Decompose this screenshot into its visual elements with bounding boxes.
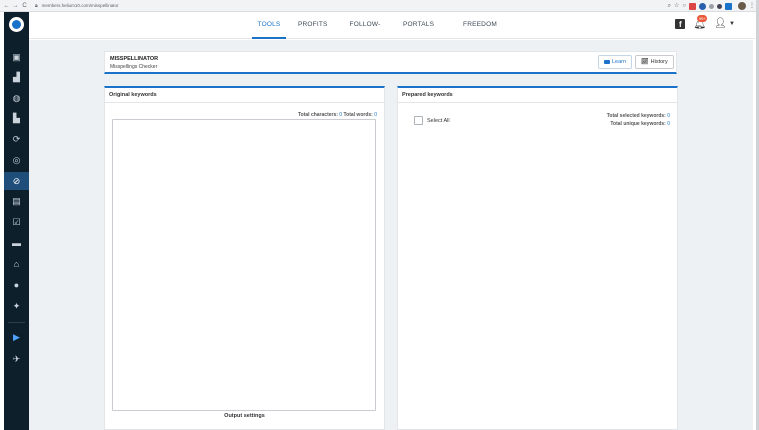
lamp-icon[interactable]: ✦ (11, 301, 22, 312)
total-unique-value: 0 (667, 121, 670, 127)
chevron-down-icon[interactable]: ▼ (729, 21, 735, 27)
blue-extension-icon[interactable] (725, 2, 732, 10)
total-selected-label: Total selected keywords: (606, 113, 666, 119)
checklist-icon[interactable]: ☑ (11, 217, 22, 228)
sidebar: ▣ ▟ ◍ ▙ ⟳ ◎ ⊘ ▤ ☑ ▬ ⌂ ● ✦ ▶ ✈ (4, 12, 29, 430)
back-button[interactable]: ← (2, 0, 11, 12)
top-navigation: TOOLS PROFITS FOLLOW-UP PORTALS FREEDOM … (29, 12, 755, 54)
keywords-textarea[interactable] (112, 119, 376, 411)
signal-bars-icon[interactable]: ▟ (11, 72, 22, 83)
inbox-icon[interactable]: ▬ (11, 238, 22, 249)
top-right-actions: f 🔔︎ 99+ 👤︎ ▼ (675, 14, 735, 30)
prepared-keywords-panel: Prepared keywords Select All Total selec… (397, 86, 678, 430)
red-extension-icon[interactable] (689, 2, 696, 10)
chart-icon: 📈︎ (641, 59, 649, 65)
rocket-icon[interactable]: ✈ (11, 354, 22, 365)
browser-toolbar: ← → C 🔒︎ members.helium10.com/misspellin… (0, 0, 759, 12)
gray-extension-icon[interactable] (709, 3, 714, 9)
globe-icon[interactable]: ◍ (11, 93, 22, 104)
history-label: History (650, 59, 668, 65)
page-subtitle: Misspellings Checker (110, 64, 158, 70)
line-chart-icon[interactable]: ▙ (11, 113, 22, 124)
forward-button[interactable]: → (11, 0, 20, 12)
original-keywords-title: Original keywords (105, 88, 384, 103)
zoom-icon[interactable]: ⌕ (668, 2, 671, 10)
notification-badge: 99+ (697, 14, 708, 22)
hat-icon[interactable]: ⌂ (11, 259, 22, 270)
address-bar[interactable]: members.helium10.com/misspellinator (42, 0, 119, 12)
total-words-label: Total words: (343, 112, 373, 118)
star-icon[interactable]: ☆ (674, 2, 679, 10)
total-selected-value: 0 (667, 113, 670, 119)
dark-extension-icon[interactable] (717, 3, 722, 9)
tab-follow-up[interactable]: FOLLOW-UP (345, 12, 385, 54)
menu-dots-icon[interactable]: ⋮ (749, 2, 755, 10)
tool-header: MISSPELLINATOR Misspellings Checker Lear… (104, 51, 677, 74)
facebook-icon[interactable]: f (675, 19, 686, 29)
tab-tools[interactable]: TOOLS (252, 12, 286, 39)
user-avatar-icon[interactable]: 👤︎ (714, 18, 727, 30)
total-characters-label: Total characters: (297, 112, 338, 118)
helium10-logo-icon[interactable] (9, 17, 24, 32)
prepared-keywords-title: Prepared keywords (398, 88, 677, 103)
circle-extension-icon[interactable]: ○ (682, 2, 686, 10)
refresh-box-icon[interactable]: ⟳ (11, 134, 22, 145)
learn-label: Learn (612, 59, 627, 65)
select-all-control[interactable]: Select All (414, 116, 450, 125)
tab-portals[interactable]: PORTALS (403, 12, 434, 39)
tab-profits[interactable]: PROFITS (298, 12, 327, 39)
total-unique-label: Total unique keywords: (610, 121, 666, 127)
select-all-checkbox[interactable] (414, 116, 423, 125)
reload-button[interactable]: C (20, 0, 29, 12)
lock-icon: 🔒︎ (35, 2, 38, 9)
main-content: MISSPELLINATOR Misspellings Checker Lear… (29, 40, 753, 430)
extensions-area: ⌕ ☆ ○ ⋮ (668, 2, 755, 10)
learn-button[interactable]: Learn (598, 55, 633, 69)
play-circle-icon[interactable]: ▶ (11, 332, 22, 343)
total-characters-value: 0 (339, 112, 343, 118)
file-icon[interactable]: ▤ (11, 196, 22, 207)
help-circle-icon[interactable]: ● (11, 280, 22, 291)
original-stats: Total characters: 0 Total words: 0 (298, 112, 377, 118)
prepared-stats: Total selected keywords: 0 Total unique … (607, 112, 670, 128)
document-icon[interactable]: ▣ (11, 52, 22, 63)
output-settings-label[interactable]: Output settings (105, 413, 384, 419)
video-icon (604, 60, 610, 64)
total-words-value: 0 (374, 112, 377, 118)
sidebar-divider (8, 322, 25, 323)
tab-freedom-ticket[interactable]: FREEDOM TICKET (453, 12, 507, 54)
misspellinator-active-icon[interactable]: ⊘ (4, 172, 29, 190)
history-button[interactable]: 📈︎ History (635, 55, 674, 69)
original-keywords-panel: Original keywords Total characters: 0 To… (104, 86, 385, 430)
profile-avatar-icon[interactable] (738, 2, 746, 10)
page-title: MISSPELLINATOR (110, 56, 159, 62)
shield-extension-icon[interactable] (699, 2, 706, 10)
notification-bell-icon[interactable]: 🔔︎ 99+ (693, 14, 708, 30)
world-icon[interactable]: ◎ (11, 155, 22, 166)
select-all-label: Select All (427, 117, 450, 124)
